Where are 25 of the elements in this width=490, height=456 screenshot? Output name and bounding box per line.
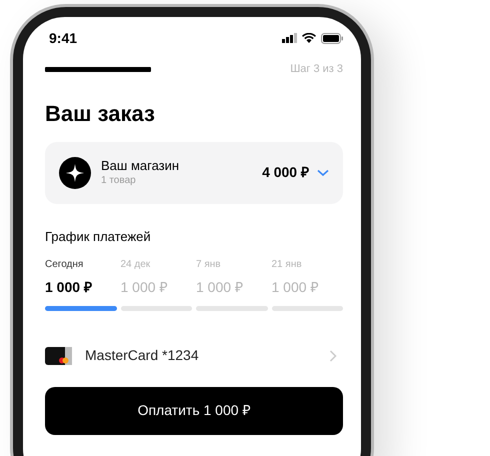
item-count: 1 товар bbox=[101, 174, 137, 188]
payment-date: 24 дек bbox=[120, 258, 152, 272]
wifi-icon bbox=[302, 33, 316, 43]
step-label: Шаг 3 из 3 bbox=[290, 62, 343, 77]
payment-method-row[interactable]: MasterCard *1234 bbox=[45, 340, 343, 370]
status-time: 9:41 bbox=[49, 28, 78, 48]
payment-date: Сегодня bbox=[45, 258, 84, 272]
payment-amount: 1 000 ₽ bbox=[272, 278, 320, 296]
bank-card-icon bbox=[45, 346, 73, 366]
chevron-right-icon bbox=[329, 350, 337, 362]
sparkle-icon bbox=[59, 156, 91, 188]
battery-icon bbox=[321, 32, 343, 44]
pay-button[interactable]: Оплатить 1 000 ₽ bbox=[45, 386, 343, 434]
payment-date: 7 янв bbox=[196, 258, 222, 272]
payment-amount: 1 000 ₽ bbox=[45, 278, 93, 296]
payment-amount: 1 000 ₽ bbox=[120, 278, 168, 296]
store-name: Ваш магазин bbox=[101, 157, 180, 174]
signal-icon bbox=[282, 33, 297, 43]
page-title: Ваш заказ bbox=[45, 100, 156, 128]
order-summary[interactable]: Ваш магазин 1 товар 4 000 ₽ bbox=[45, 142, 343, 204]
card-label: MasterCard *1234 bbox=[85, 346, 200, 365]
payment-date: 21 янв bbox=[272, 258, 303, 272]
schedule-heading: График платежей bbox=[45, 228, 152, 246]
payment-amount: 1 000 ₽ bbox=[196, 278, 244, 296]
order-total: 4 000 ₽ bbox=[262, 163, 309, 182]
